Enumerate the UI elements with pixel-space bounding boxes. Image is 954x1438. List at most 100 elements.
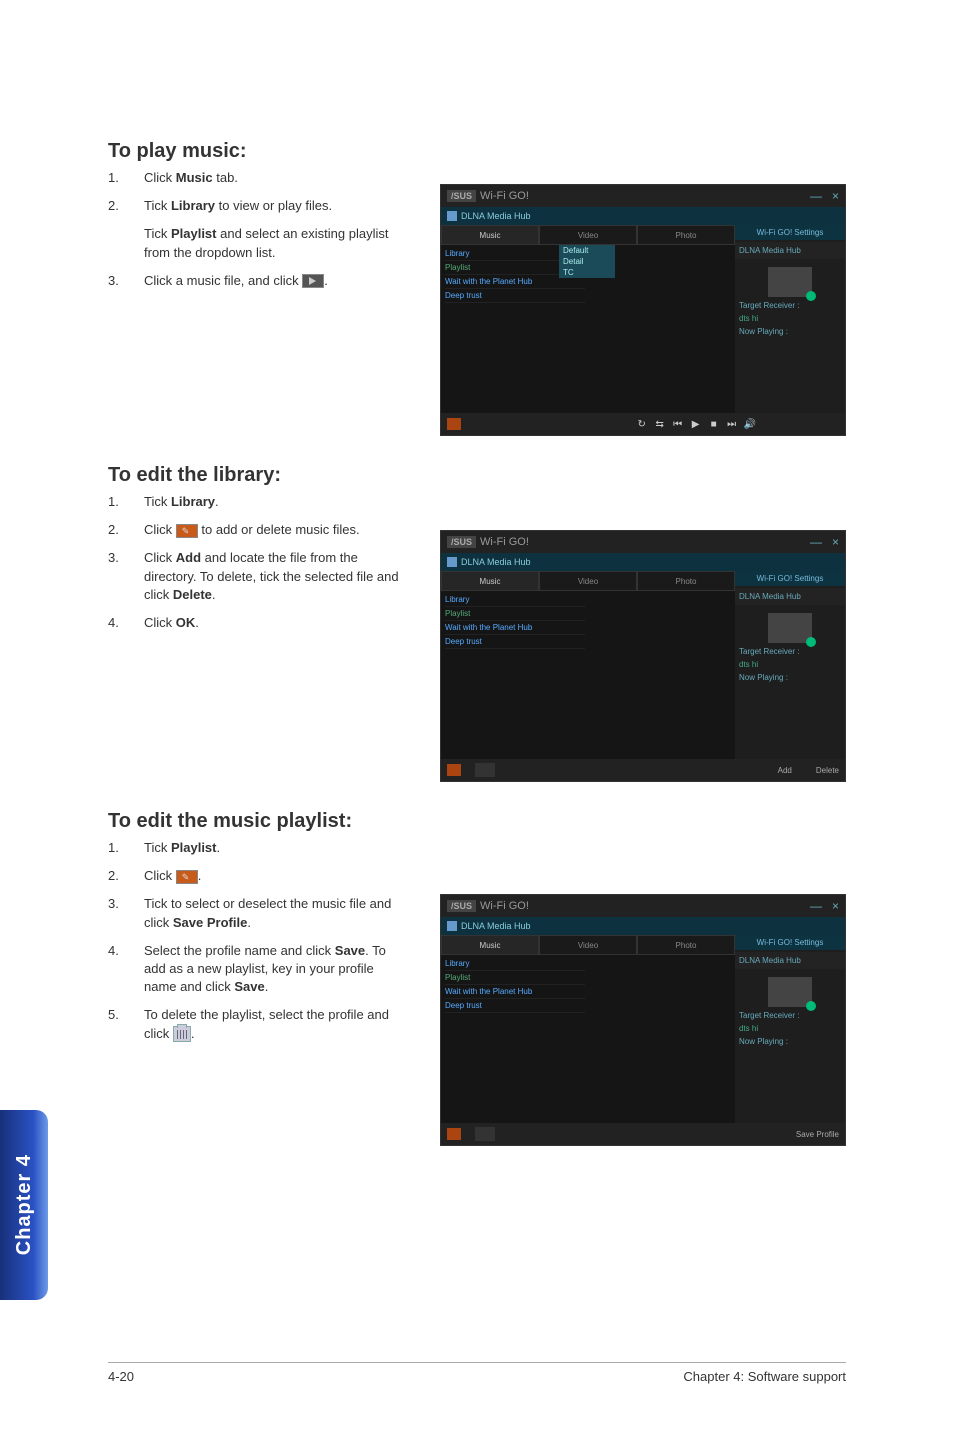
trash-icon [173,1026,191,1042]
step-body: Tick Library. [144,493,408,511]
home-icon[interactable] [447,764,461,776]
tab-photo[interactable]: Photo [637,225,735,245]
subband-label: DLNA Media Hub [461,211,531,221]
step-body: Click OK. [144,614,408,632]
now-playing-label: Now Playing : [735,325,845,338]
bold-text: Library [171,198,215,213]
chapter-label: Chapter 4: Software support [683,1369,846,1384]
stop-icon[interactable]: ■ [708,418,720,430]
settings-box: DLNA Media Hub [735,242,845,259]
step-number: 4. [108,614,144,632]
minimize-icon[interactable]: — [810,535,822,549]
text: Tick [144,494,171,509]
step-number: 3. [108,272,144,290]
monitor-icon [768,977,812,1007]
target-receiver-label: Target Receiver : [735,1009,845,1022]
step-body: Tick to select or deselect the music fil… [144,895,408,931]
tab-photo[interactable]: Photo [637,935,735,955]
target-value: dts hi [735,658,845,671]
close-icon[interactable]: × [832,535,839,549]
list-row[interactable]: Deep trust [445,289,585,303]
steps-play-music: 1. Click Music tab. 2. Tick Library to v… [108,169,408,290]
step-number: 3. [108,895,144,931]
close-icon[interactable]: × [832,189,839,203]
steps-edit-library: 1. Tick Library. 2. Click to add or dele… [108,493,408,632]
target-value: dts hi [735,312,845,325]
steps-edit-playlist: 1. Tick Playlist. 2. Click . 3. [108,839,408,1043]
text: Tick [144,198,171,213]
edit-icon [176,524,198,538]
tab-music[interactable]: Music [441,935,539,955]
subband-label: DLNA Media Hub [461,557,531,567]
dropdown-option[interactable]: Default [559,245,615,256]
tab-photo[interactable]: Photo [637,571,735,591]
list-row[interactable]: Wait with the Planet Hub [445,621,585,635]
prev-icon[interactable]: ⏮ [672,418,684,430]
now-playing-label: Now Playing : [735,1035,845,1048]
tab-video[interactable]: Video [539,571,637,591]
home-icon[interactable] [447,418,461,430]
home-icon[interactable] [447,1128,461,1140]
step-body: To delete the playlist, select the profi… [144,1006,408,1042]
step-body: Click to add or delete music files. [144,521,408,539]
settings-box: DLNA Media Hub [735,952,845,969]
target-value: dts hi [735,1022,845,1035]
step-body: Tick Library to view or play files. Tick… [144,197,408,262]
app-icon [447,921,457,931]
dropdown-menu[interactable]: Default Detail TC [559,245,615,278]
target-receiver-label: Target Receiver : [735,645,845,658]
list-row[interactable]: Deep trust [445,635,585,649]
tab-music[interactable]: Music [441,225,539,245]
shuffle-icon[interactable]: ⇆ [654,418,666,430]
back-icon[interactable] [475,763,495,777]
step-body: Click a music file, and click . [144,272,408,290]
add-button[interactable]: Add [778,766,792,775]
tab-video[interactable]: Video [539,225,637,245]
play-icon[interactable]: ▶ [690,418,702,430]
text: tab. [213,170,238,185]
step-body: Select the profile name and click Save. … [144,942,408,997]
list-row[interactable]: Library [445,593,585,607]
text: Click [144,170,176,185]
text: . [191,1026,195,1041]
settings-box: DLNA Media Hub [735,588,845,605]
text: . [247,915,251,930]
text: to view or play files. [215,198,332,213]
list-row[interactable]: Wait with the Planet Hub [445,985,585,999]
bold-text: Add [176,550,201,565]
step-body: Click Add and locate the file from the d… [144,549,408,604]
tab-music[interactable]: Music [441,571,539,591]
text: Click a music file, and click [144,273,302,288]
step-number: 1. [108,169,144,187]
list-row[interactable]: Playlist [445,971,585,985]
app-icon [447,211,457,221]
bold-text: Save [234,979,264,994]
text: . [265,979,269,994]
step-number: 2. [108,197,144,262]
list-row[interactable]: Deep trust [445,999,585,1013]
repeat-icon[interactable]: ↻ [636,418,648,430]
back-icon[interactable] [475,1127,495,1141]
delete-button[interactable]: Delete [816,766,839,775]
close-icon[interactable]: × [832,899,839,913]
next-icon[interactable]: ⏭ [726,418,738,430]
dropdown-option[interactable]: Detail [559,256,615,267]
tab-video[interactable]: Video [539,935,637,955]
app-icon [447,557,457,567]
save-profile-button[interactable]: Save Profile [796,1130,839,1139]
volume-icon[interactable]: 🔊 [744,418,756,430]
minimize-icon[interactable]: — [810,189,822,203]
text: . [198,868,202,883]
chapter-tab-label: Chapter 4 [13,1154,36,1255]
text: Click [144,868,176,883]
settings-header: Wi-Fi GO! Settings [735,225,845,240]
dropdown-option[interactable]: TC [559,267,615,278]
text: . [215,494,219,509]
list-row[interactable]: Playlist [445,607,585,621]
settings-header: Wi-Fi GO! Settings [735,935,845,950]
text: Tick [144,840,171,855]
text: Click [144,522,176,537]
minimize-icon[interactable]: — [810,899,822,913]
step-body: Tick Playlist. [144,839,408,857]
list-row[interactable]: Library [445,957,585,971]
